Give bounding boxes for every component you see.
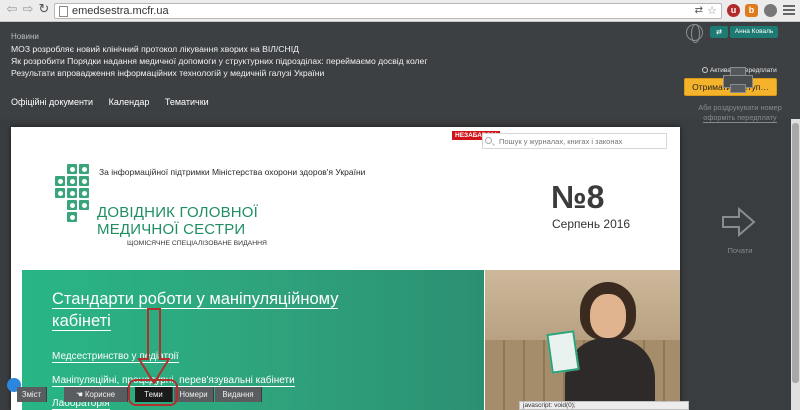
- scrollbar-thumb[interactable]: [792, 123, 799, 383]
- issue-number: №8: [551, 179, 605, 215]
- issues-button[interactable]: Номери: [174, 387, 214, 402]
- nav-topics[interactable]: Тематички: [165, 97, 209, 107]
- annotation-highlight: [128, 379, 178, 406]
- login-icon[interactable]: ⇄: [710, 26, 728, 38]
- globe-icon[interactable]: [686, 24, 703, 43]
- news-item[interactable]: Як розробити Порядки надання медичної до…: [11, 56, 427, 66]
- address-bar[interactable]: emedsestra.mcfr.ua ⇄ ☆: [54, 3, 722, 19]
- scrollbar[interactable]: [791, 119, 800, 410]
- hand-icon: ☚: [75, 390, 86, 399]
- print-notice: Аби роздрукувати номер оформіть передпла…: [690, 103, 790, 123]
- browser-toolbar: ⇦ ⇨ ↻ emedsestra.mcfr.ua ⇄ ☆ u b: [0, 0, 800, 22]
- back-arrow-icon[interactable]: ⇦: [5, 3, 19, 17]
- banner-title[interactable]: Стандарти роботи у маніпуляційному кабін…: [52, 288, 382, 332]
- magazine-in-hand: [546, 330, 580, 374]
- extension-b-icon[interactable]: b: [745, 4, 758, 17]
- logo-title-line2: МЕДИЧНОЇ СЕСТРИ: [97, 221, 246, 238]
- subscribe-link[interactable]: оформіть передплату: [703, 113, 777, 123]
- news-label: Новини: [11, 32, 39, 41]
- news-item[interactable]: Результати впровадження інформаційних те…: [11, 68, 324, 78]
- magazine-cover: НЕЗАБАРОМ За інформаційної підтримки Мін…: [11, 127, 680, 410]
- contents-button[interactable]: Зміст: [17, 387, 47, 402]
- logo-emblem: [55, 164, 101, 224]
- translate-icon[interactable]: ⇄: [695, 5, 703, 16]
- site-header: Новини МОЗ розробляє новий клінічний про…: [0, 23, 800, 119]
- print-notice-text: Аби роздрукувати номер: [698, 103, 782, 112]
- nav-official-documents[interactable]: Офіційні документи: [11, 97, 93, 107]
- radio-icon: [702, 67, 708, 73]
- main-area: НЕЗАБАРОМ За інформаційної підтримки Мін…: [0, 119, 800, 410]
- useful-button[interactable]: ☚ Корисне: [64, 387, 128, 402]
- editions-button[interactable]: Видання: [215, 387, 262, 402]
- bookmark-star-icon[interactable]: ☆: [707, 4, 717, 17]
- logo-title-line1: ДОВІДНИК ГОЛОВНОЇ: [97, 204, 259, 221]
- extension-puzzle-icon[interactable]: [764, 4, 777, 17]
- main-nav: Офіційні документи Календар Тематички: [11, 97, 222, 107]
- user-name-button[interactable]: Анна Коваль: [730, 26, 778, 38]
- nav-calendar[interactable]: Календар: [109, 97, 150, 107]
- search-input[interactable]: [482, 133, 667, 149]
- search-icon[interactable]: [485, 137, 492, 144]
- annotation-arrow: [137, 308, 171, 385]
- news-item[interactable]: МОЗ розробляє новий клінічний протокол л…: [11, 44, 299, 54]
- issue-date: Серпень 2016: [552, 217, 631, 231]
- status-bar: javascript: void(0);: [519, 401, 689, 410]
- next-arrow-icon[interactable]: [722, 207, 756, 237]
- reload-icon[interactable]: ↻: [37, 3, 51, 17]
- next-caption[interactable]: Почати: [718, 246, 762, 255]
- extension-u-icon[interactable]: u: [727, 4, 740, 17]
- browser-menu-icon[interactable]: [783, 3, 795, 17]
- url-text[interactable]: emedsestra.mcfr.ua: [72, 5, 169, 17]
- cover-photo: [485, 270, 680, 410]
- printer-icon[interactable]: [723, 67, 753, 93]
- logo-subtitle: ЩОМІСЯЧНЕ СПЕЦІАЛІЗОВАНЕ ВИДАННЯ: [127, 240, 267, 247]
- page-icon: [59, 6, 68, 17]
- support-text: За інформаційної підтримки Міністерства …: [99, 167, 366, 177]
- forward-arrow-icon[interactable]: ⇨: [21, 3, 35, 17]
